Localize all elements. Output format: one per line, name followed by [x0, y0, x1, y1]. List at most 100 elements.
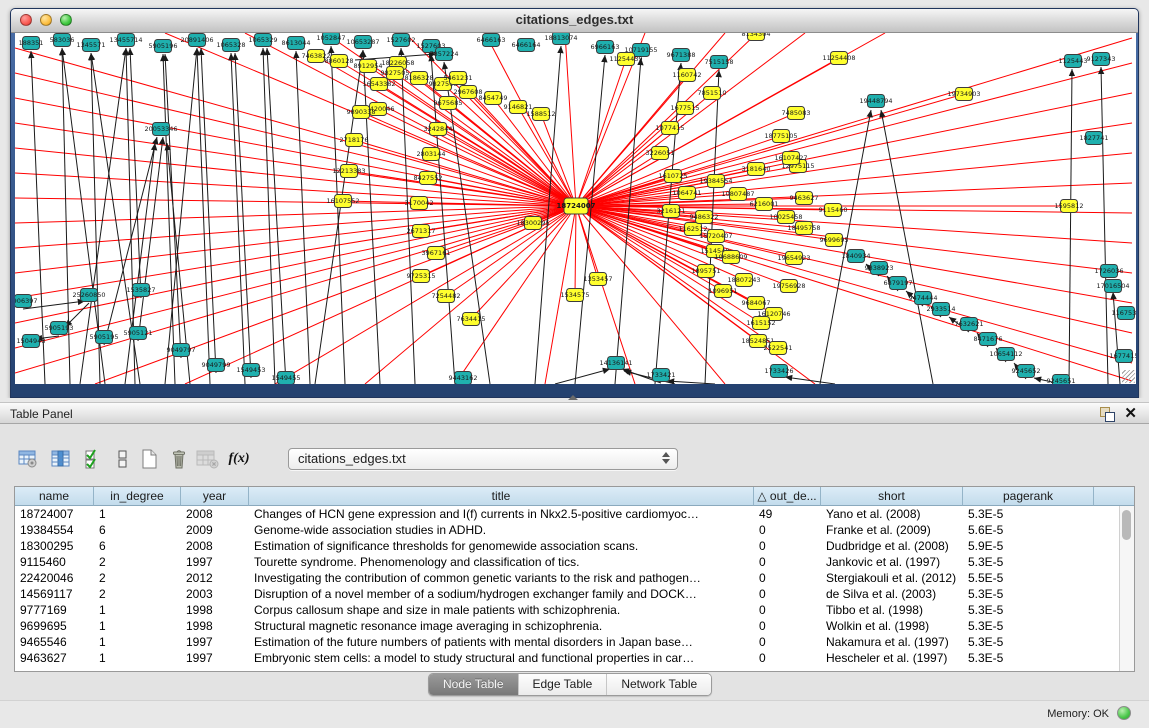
graph-node[interactable]: 9684067 — [742, 297, 771, 310]
graph-node[interactable]: 18813074 — [544, 33, 577, 45]
table-row[interactable]: 1456911722003Disruption of a novel membe… — [15, 586, 1119, 602]
graph-node[interactable]: 1353457 — [584, 273, 613, 286]
table-cell-year[interactable]: 1997 — [181, 650, 249, 666]
column-header-year[interactable]: year — [181, 487, 249, 506]
graph-node[interactable]: 583036 — [50, 34, 75, 47]
function-builder-button[interactable]: f(x) — [226, 446, 252, 472]
table-cell-in_degree[interactable]: 2 — [94, 586, 181, 602]
table-row[interactable]: 946362711997Embryonic stem cells: a mode… — [15, 650, 1119, 666]
graph-node[interactable]: 9463627 — [790, 192, 819, 205]
column-header-pagerank[interactable]: pagerank — [963, 487, 1094, 506]
graph-node[interactable]: 7515158 — [705, 56, 734, 69]
graph-node[interactable]: 1827741 — [1080, 132, 1109, 145]
table-cell-short[interactable]: Tibbo et al. (1998) — [821, 602, 963, 618]
graph-node[interactable]: 1065329 — [249, 34, 278, 47]
graph-node[interactable]: 6879197 — [884, 277, 913, 290]
table-cell-pagerank[interactable]: 5.3E-5 — [963, 586, 1094, 602]
table-cell-title[interactable]: Changes of HCN gene expression and I(f) … — [249, 506, 754, 522]
graph-node[interactable]: 188351 — [19, 37, 44, 50]
graph-node[interactable]: 19654923 — [777, 252, 810, 265]
graph-node[interactable]: 20053346 — [144, 123, 177, 136]
table-cell-name[interactable]: 18300295 — [15, 538, 94, 554]
graph-node[interactable]: 1840934 — [842, 250, 871, 263]
table-row[interactable]: 1938455462009Genome-wide association stu… — [15, 522, 1119, 538]
graph-node[interactable]: 2803144 — [417, 148, 446, 161]
graph-node[interactable]: 16107552 — [326, 195, 359, 208]
graph-node[interactable]: 10688609 — [714, 251, 747, 264]
table-cell-short[interactable]: Wolkin et al. (1998) — [821, 618, 963, 634]
table-cell-in_degree[interactable]: 2 — [94, 570, 181, 586]
graph-node[interactable]: 1726036 — [1095, 265, 1124, 278]
graph-node[interactable]: 6466163 — [477, 34, 506, 47]
tab-edge-table[interactable]: Edge Table — [519, 674, 608, 695]
column-chooser-button[interactable] — [110, 446, 136, 472]
graph-node[interactable]: 12213383 — [332, 165, 365, 178]
table-cell-name[interactable]: 9115460 — [15, 554, 94, 570]
table-cell-year[interactable]: 2008 — [181, 538, 249, 554]
import-table-button[interactable] — [194, 446, 220, 472]
graph-node[interactable]: 16543382 — [362, 78, 395, 91]
graph-node[interactable]: 10654112 — [989, 348, 1022, 361]
tab-node-table[interactable]: Node Table — [429, 674, 519, 695]
table-cell-name[interactable]: 19384554 — [15, 522, 94, 538]
table-cell-pagerank[interactable]: 5.6E-5 — [963, 522, 1094, 538]
table-row[interactable]: 977716911998Corpus callosum shape and si… — [15, 602, 1119, 618]
table-cell-short[interactable]: de Silva et al. (2003) — [821, 586, 963, 602]
graph-node[interactable]: 1125443 — [1059, 55, 1088, 68]
table-cell-name[interactable]: 9465546 — [15, 634, 94, 650]
column-header-out_degree[interactable]: △ out_de... — [754, 487, 821, 506]
graph-node[interactable]: 1064741 — [673, 187, 702, 200]
graph-node[interactable]: 1615152 — [747, 317, 776, 330]
graph-node[interactable]: 2522541 — [764, 342, 793, 355]
graph-node[interactable]: 5905121 — [124, 327, 153, 340]
graph-node[interactable]: 1096951 — [709, 285, 738, 298]
table-cell-short[interactable]: Hescheler et al. (1997) — [821, 650, 963, 666]
table-cell-year[interactable]: 2003 — [181, 586, 249, 602]
table-scrollbar-thumb[interactable] — [1122, 510, 1131, 540]
graph-node[interactable]: 9671388 — [667, 49, 696, 62]
graph-node[interactable]: 1052847 — [317, 33, 346, 45]
table-cell-pagerank[interactable]: 5.3E-5 — [963, 554, 1094, 570]
table-cell-title[interactable]: Estimation of the future numbers of pati… — [249, 634, 754, 650]
table-cell-out_degree[interactable]: 0 — [754, 570, 821, 586]
graph-node[interactable]: 9127343 — [1087, 53, 1116, 66]
table-row[interactable]: 1830029562008Estimation of significance … — [15, 538, 1119, 554]
table-cell-out_degree[interactable]: 0 — [754, 650, 821, 666]
table-cell-out_degree[interactable]: 0 — [754, 554, 821, 570]
graph-node[interactable]: 2718176 — [340, 134, 369, 147]
table-cell-out_degree[interactable]: 0 — [754, 618, 821, 634]
graph-node[interactable]: 1549455 — [272, 372, 301, 385]
graph-node[interactable]: 3216121 — [657, 205, 686, 218]
table-cell-title[interactable]: Investigating the contribution of common… — [249, 570, 754, 586]
table-cell-in_degree[interactable]: 6 — [94, 522, 181, 538]
graph-node[interactable]: 8860128 — [325, 55, 354, 68]
table-cell-pagerank[interactable]: 5.9E-5 — [963, 538, 1094, 554]
table-cell-title[interactable]: Embryonic stem cells: a model to study s… — [249, 650, 754, 666]
table-cell-title[interactable]: Genome-wide association studies in ADHD. — [249, 522, 754, 538]
table-cell-pagerank[interactable]: 5.5E-5 — [963, 570, 1094, 586]
graph-node[interactable]: 9245652 — [1012, 365, 1041, 378]
graph-node[interactable]: 1534575 — [561, 289, 590, 302]
table-cell-title[interactable]: Disruption of a novel member of a sodium… — [249, 586, 754, 602]
table-cell-name[interactable]: 9699695 — [15, 618, 94, 634]
graph-node[interactable]: 9115460 — [819, 204, 848, 217]
table-cell-year[interactable]: 2008 — [181, 506, 249, 522]
network-graph[interactable]: 1883515830361345571134557145905196208914… — [15, 33, 1136, 384]
graph-node[interactable]: 9049797 — [167, 344, 196, 357]
table-cell-in_degree[interactable]: 6 — [94, 538, 181, 554]
graph-node[interactable]: 25260850 — [72, 289, 105, 302]
graph-node[interactable]: 1906397 — [15, 295, 37, 308]
table-cell-year[interactable]: 1998 — [181, 602, 249, 618]
column-header-name[interactable]: name — [15, 487, 94, 506]
graph-node[interactable]: 7851510 — [698, 87, 727, 100]
table-cell-year[interactable]: 2009 — [181, 522, 249, 538]
graph-node[interactable]: 9443162 — [449, 372, 478, 385]
window-resize-grip[interactable] — [1122, 370, 1135, 383]
graph-node[interactable]: 6966163 — [591, 41, 620, 54]
graph-node[interactable]: 1160742 — [673, 69, 702, 82]
graph-node[interactable]: 14136141 — [599, 357, 632, 370]
table-cell-in_degree[interactable]: 1 — [94, 602, 181, 618]
graph-node[interactable]: 17016504 — [1096, 280, 1129, 293]
graph-node[interactable]: 19384554 — [699, 175, 732, 188]
graph-node[interactable]: 11254408 — [822, 52, 855, 65]
